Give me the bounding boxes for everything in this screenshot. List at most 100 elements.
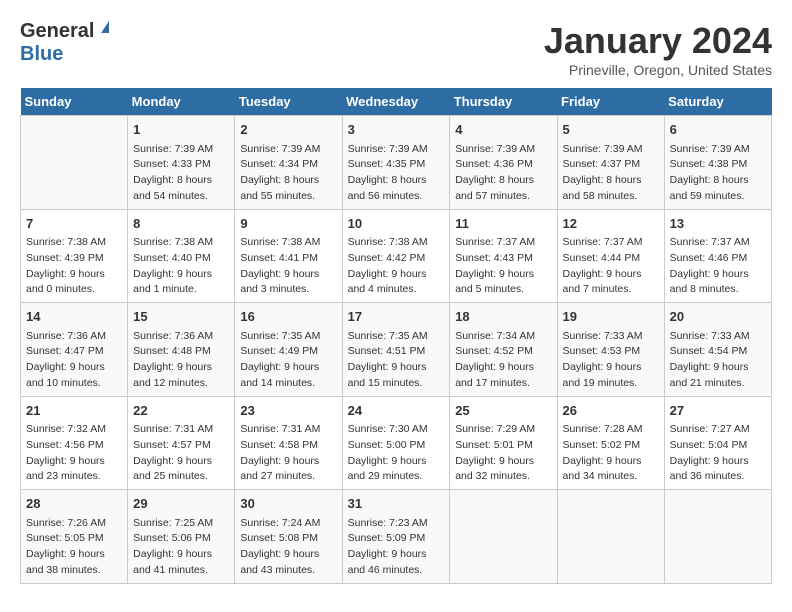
calendar-cell: 19Sunrise: 7:33 AM Sunset: 4:53 PM Dayli… bbox=[557, 303, 664, 397]
day-number: 23 bbox=[240, 401, 336, 421]
day-info: Sunrise: 7:39 AM Sunset: 4:37 PM Dayligh… bbox=[563, 142, 659, 205]
day-number: 24 bbox=[348, 401, 445, 421]
calendar-cell bbox=[21, 116, 128, 210]
day-number: 16 bbox=[240, 307, 336, 327]
day-info: Sunrise: 7:32 AM Sunset: 4:56 PM Dayligh… bbox=[26, 422, 122, 485]
day-info: Sunrise: 7:23 AM Sunset: 5:09 PM Dayligh… bbox=[348, 516, 445, 579]
day-header-saturday: Saturday bbox=[664, 88, 771, 116]
calendar-cell: 28Sunrise: 7:26 AM Sunset: 5:05 PM Dayli… bbox=[21, 490, 128, 584]
calendar-cell: 27Sunrise: 7:27 AM Sunset: 5:04 PM Dayli… bbox=[664, 396, 771, 490]
day-number: 12 bbox=[563, 214, 659, 234]
month-title: January 2024 bbox=[544, 20, 772, 62]
day-info: Sunrise: 7:39 AM Sunset: 4:35 PM Dayligh… bbox=[348, 142, 445, 205]
calendar-cell: 18Sunrise: 7:34 AM Sunset: 4:52 PM Dayli… bbox=[450, 303, 557, 397]
day-number: 14 bbox=[26, 307, 122, 327]
week-row-3: 14Sunrise: 7:36 AM Sunset: 4:47 PM Dayli… bbox=[21, 303, 772, 397]
day-info: Sunrise: 7:39 AM Sunset: 4:36 PM Dayligh… bbox=[455, 142, 551, 205]
day-number: 6 bbox=[670, 120, 766, 140]
calendar-cell: 25Sunrise: 7:29 AM Sunset: 5:01 PM Dayli… bbox=[450, 396, 557, 490]
day-info: Sunrise: 7:39 AM Sunset: 4:34 PM Dayligh… bbox=[240, 142, 336, 205]
calendar-cell: 12Sunrise: 7:37 AM Sunset: 4:44 PM Dayli… bbox=[557, 209, 664, 303]
calendar-cell: 22Sunrise: 7:31 AM Sunset: 4:57 PM Dayli… bbox=[128, 396, 235, 490]
days-header-row: SundayMondayTuesdayWednesdayThursdayFrid… bbox=[21, 88, 772, 116]
day-number: 8 bbox=[133, 214, 229, 234]
week-row-1: 1Sunrise: 7:39 AM Sunset: 4:33 PM Daylig… bbox=[21, 116, 772, 210]
day-info: Sunrise: 7:30 AM Sunset: 5:00 PM Dayligh… bbox=[348, 422, 445, 485]
day-info: Sunrise: 7:31 AM Sunset: 4:58 PM Dayligh… bbox=[240, 422, 336, 485]
day-number: 20 bbox=[670, 307, 766, 327]
calendar-cell: 21Sunrise: 7:32 AM Sunset: 4:56 PM Dayli… bbox=[21, 396, 128, 490]
calendar-cell: 6Sunrise: 7:39 AM Sunset: 4:38 PM Daylig… bbox=[664, 116, 771, 210]
calendar-cell: 16Sunrise: 7:35 AM Sunset: 4:49 PM Dayli… bbox=[235, 303, 342, 397]
calendar-cell: 23Sunrise: 7:31 AM Sunset: 4:58 PM Dayli… bbox=[235, 396, 342, 490]
day-number: 18 bbox=[455, 307, 551, 327]
calendar-cell: 2Sunrise: 7:39 AM Sunset: 4:34 PM Daylig… bbox=[235, 116, 342, 210]
day-info: Sunrise: 7:35 AM Sunset: 4:51 PM Dayligh… bbox=[348, 329, 445, 392]
day-number: 19 bbox=[563, 307, 659, 327]
day-number: 10 bbox=[348, 214, 445, 234]
week-row-5: 28Sunrise: 7:26 AM Sunset: 5:05 PM Dayli… bbox=[21, 490, 772, 584]
calendar-cell: 15Sunrise: 7:36 AM Sunset: 4:48 PM Dayli… bbox=[128, 303, 235, 397]
day-info: Sunrise: 7:31 AM Sunset: 4:57 PM Dayligh… bbox=[133, 422, 229, 485]
day-number: 11 bbox=[455, 214, 551, 234]
day-info: Sunrise: 7:39 AM Sunset: 4:38 PM Dayligh… bbox=[670, 142, 766, 205]
calendar-cell: 24Sunrise: 7:30 AM Sunset: 5:00 PM Dayli… bbox=[342, 396, 450, 490]
day-number: 22 bbox=[133, 401, 229, 421]
calendar-table: SundayMondayTuesdayWednesdayThursdayFrid… bbox=[20, 88, 772, 584]
calendar-cell: 8Sunrise: 7:38 AM Sunset: 4:40 PM Daylig… bbox=[128, 209, 235, 303]
day-info: Sunrise: 7:33 AM Sunset: 4:53 PM Dayligh… bbox=[563, 329, 659, 392]
day-number: 26 bbox=[563, 401, 659, 421]
day-info: Sunrise: 7:38 AM Sunset: 4:39 PM Dayligh… bbox=[26, 235, 122, 298]
location-text: Prineville, Oregon, United States bbox=[544, 62, 772, 78]
day-header-thursday: Thursday bbox=[450, 88, 557, 116]
day-info: Sunrise: 7:35 AM Sunset: 4:49 PM Dayligh… bbox=[240, 329, 336, 392]
day-number: 15 bbox=[133, 307, 229, 327]
day-number: 28 bbox=[26, 494, 122, 514]
day-number: 25 bbox=[455, 401, 551, 421]
logo-general-text: General bbox=[20, 20, 94, 43]
day-info: Sunrise: 7:29 AM Sunset: 5:01 PM Dayligh… bbox=[455, 422, 551, 485]
day-info: Sunrise: 7:36 AM Sunset: 4:48 PM Dayligh… bbox=[133, 329, 229, 392]
day-info: Sunrise: 7:37 AM Sunset: 4:46 PM Dayligh… bbox=[670, 235, 766, 298]
calendar-cell: 5Sunrise: 7:39 AM Sunset: 4:37 PM Daylig… bbox=[557, 116, 664, 210]
day-number: 9 bbox=[240, 214, 336, 234]
day-info: Sunrise: 7:24 AM Sunset: 5:08 PM Dayligh… bbox=[240, 516, 336, 579]
day-number: 17 bbox=[348, 307, 445, 327]
day-info: Sunrise: 7:27 AM Sunset: 5:04 PM Dayligh… bbox=[670, 422, 766, 485]
calendar-cell bbox=[557, 490, 664, 584]
day-number: 1 bbox=[133, 120, 229, 140]
day-number: 29 bbox=[133, 494, 229, 514]
logo-blue-text: Blue bbox=[20, 43, 63, 65]
day-info: Sunrise: 7:26 AM Sunset: 5:05 PM Dayligh… bbox=[26, 516, 122, 579]
day-info: Sunrise: 7:36 AM Sunset: 4:47 PM Dayligh… bbox=[26, 329, 122, 392]
day-number: 7 bbox=[26, 214, 122, 234]
day-header-tuesday: Tuesday bbox=[235, 88, 342, 116]
calendar-cell: 9Sunrise: 7:38 AM Sunset: 4:41 PM Daylig… bbox=[235, 209, 342, 303]
day-number: 2 bbox=[240, 120, 336, 140]
calendar-cell: 30Sunrise: 7:24 AM Sunset: 5:08 PM Dayli… bbox=[235, 490, 342, 584]
calendar-cell: 7Sunrise: 7:38 AM Sunset: 4:39 PM Daylig… bbox=[21, 209, 128, 303]
calendar-cell: 17Sunrise: 7:35 AM Sunset: 4:51 PM Dayli… bbox=[342, 303, 450, 397]
calendar-cell: 3Sunrise: 7:39 AM Sunset: 4:35 PM Daylig… bbox=[342, 116, 450, 210]
calendar-cell: 4Sunrise: 7:39 AM Sunset: 4:36 PM Daylig… bbox=[450, 116, 557, 210]
day-info: Sunrise: 7:37 AM Sunset: 4:43 PM Dayligh… bbox=[455, 235, 551, 298]
calendar-cell: 11Sunrise: 7:37 AM Sunset: 4:43 PM Dayli… bbox=[450, 209, 557, 303]
day-info: Sunrise: 7:38 AM Sunset: 4:42 PM Dayligh… bbox=[348, 235, 445, 298]
calendar-cell: 26Sunrise: 7:28 AM Sunset: 5:02 PM Dayli… bbox=[557, 396, 664, 490]
title-block: January 2024 Prineville, Oregon, United … bbox=[544, 20, 772, 78]
day-number: 27 bbox=[670, 401, 766, 421]
day-number: 31 bbox=[348, 494, 445, 514]
day-number: 13 bbox=[670, 214, 766, 234]
calendar-cell: 10Sunrise: 7:38 AM Sunset: 4:42 PM Dayli… bbox=[342, 209, 450, 303]
day-info: Sunrise: 7:34 AM Sunset: 4:52 PM Dayligh… bbox=[455, 329, 551, 392]
calendar-cell: 20Sunrise: 7:33 AM Sunset: 4:54 PM Dayli… bbox=[664, 303, 771, 397]
day-number: 4 bbox=[455, 120, 551, 140]
day-number: 21 bbox=[26, 401, 122, 421]
day-info: Sunrise: 7:33 AM Sunset: 4:54 PM Dayligh… bbox=[670, 329, 766, 392]
week-row-4: 21Sunrise: 7:32 AM Sunset: 4:56 PM Dayli… bbox=[21, 396, 772, 490]
day-info: Sunrise: 7:38 AM Sunset: 4:40 PM Dayligh… bbox=[133, 235, 229, 298]
week-row-2: 7Sunrise: 7:38 AM Sunset: 4:39 PM Daylig… bbox=[21, 209, 772, 303]
calendar-cell: 31Sunrise: 7:23 AM Sunset: 5:09 PM Dayli… bbox=[342, 490, 450, 584]
calendar-cell bbox=[450, 490, 557, 584]
calendar-cell: 29Sunrise: 7:25 AM Sunset: 5:06 PM Dayli… bbox=[128, 490, 235, 584]
